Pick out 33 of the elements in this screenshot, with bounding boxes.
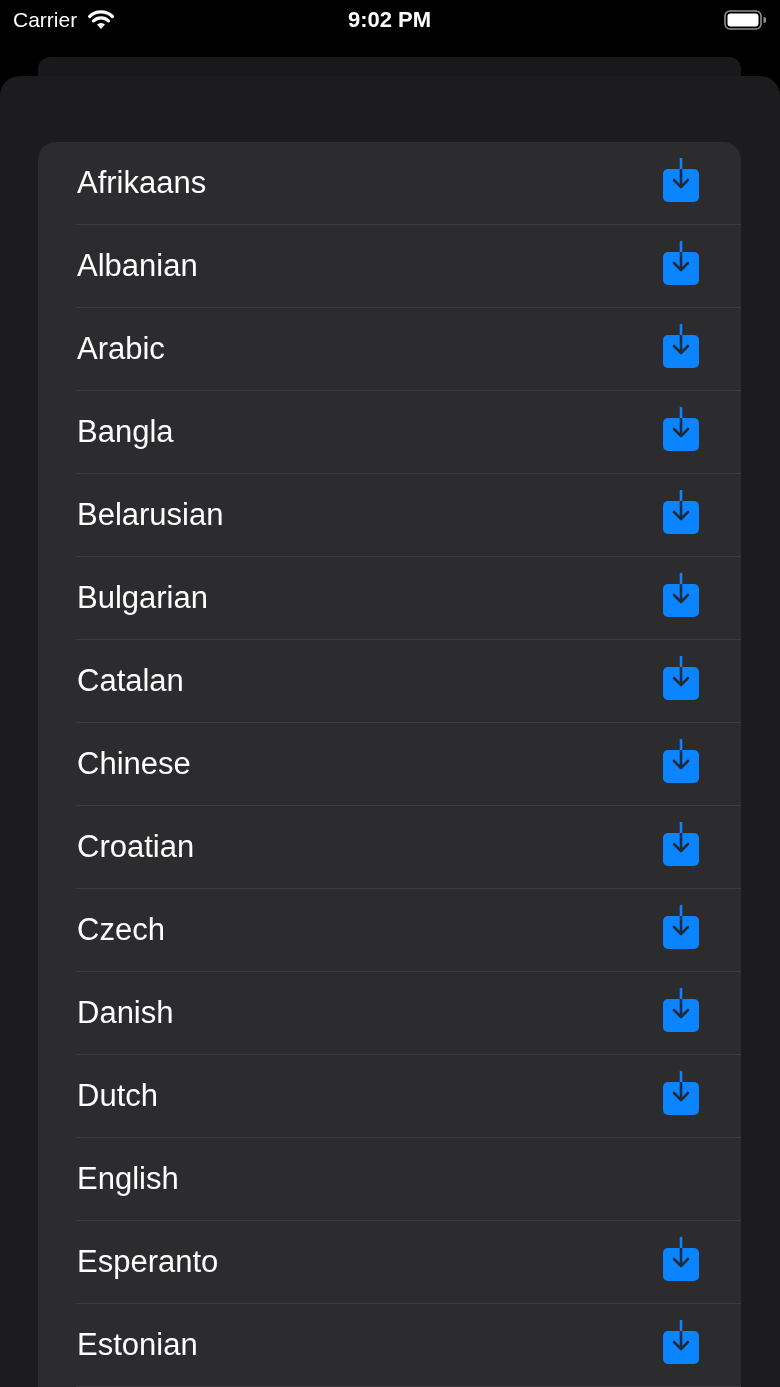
download-icon[interactable] xyxy=(663,905,699,949)
language-name[interactable]: Albanian xyxy=(77,248,198,284)
language-name[interactable]: Afrikaans xyxy=(77,165,207,201)
language-name[interactable]: Croatian xyxy=(77,829,195,865)
download-icon[interactable] xyxy=(663,1237,699,1281)
language-name[interactable]: Chinese xyxy=(77,746,191,782)
download-icon[interactable] xyxy=(663,656,699,700)
download-icon[interactable] xyxy=(663,490,699,534)
download-icon[interactable] xyxy=(663,1320,699,1364)
language-name[interactable]: Belarusian xyxy=(77,497,224,533)
download-icon[interactable] xyxy=(663,1071,699,1115)
language-name[interactable]: Dutch xyxy=(77,1078,158,1114)
language-name[interactable]: Estonian xyxy=(77,1327,198,1363)
language-name[interactable]: Bulgarian xyxy=(77,580,208,616)
download-icon[interactable] xyxy=(663,822,699,866)
status-time: 9:02 PM xyxy=(347,6,432,34)
language-name[interactable]: Arabic xyxy=(77,331,165,367)
download-icon[interactable] xyxy=(663,324,699,368)
language-name[interactable]: English xyxy=(77,1161,179,1197)
language-name[interactable]: Catalan xyxy=(77,663,184,699)
language-name[interactable]: Czech xyxy=(77,912,165,948)
language-name[interactable]: Esperanto xyxy=(77,1244,219,1280)
download-icon[interactable] xyxy=(663,158,699,202)
download-icon[interactable] xyxy=(663,407,699,451)
carrier-name: Carrier xyxy=(13,8,78,32)
language-name[interactable]: Bangla xyxy=(77,414,174,450)
download-icon[interactable] xyxy=(663,241,699,285)
battery-icon xyxy=(724,10,766,30)
wifi-icon xyxy=(86,8,117,30)
download-icon[interactable] xyxy=(663,739,699,783)
download-icon[interactable] xyxy=(663,573,699,617)
language-name[interactable]: Danish xyxy=(77,995,174,1031)
download-icon[interactable] xyxy=(663,988,699,1032)
